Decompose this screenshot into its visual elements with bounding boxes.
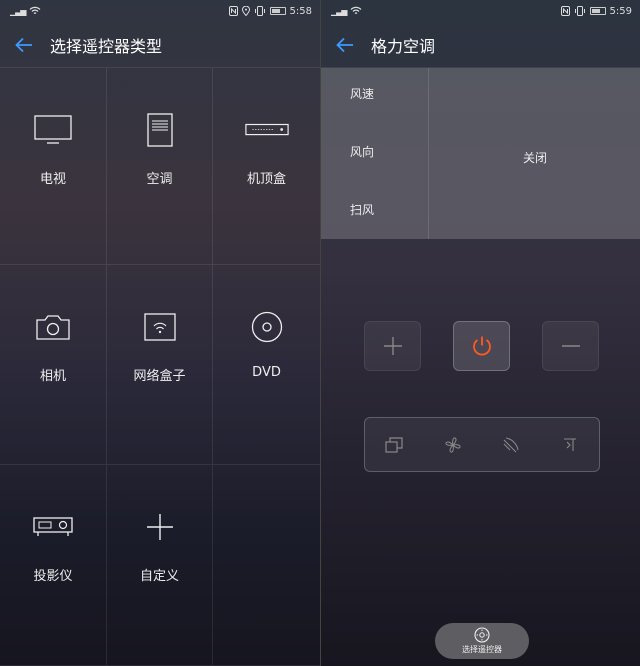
battery-icon (589, 7, 606, 15)
device-label: 自定义 (139, 569, 179, 584)
fan-direction-label: 风向 (350, 145, 375, 159)
device-air-conditioner[interactable]: 空调 (107, 68, 213, 265)
location-icon (241, 6, 250, 16)
ac-status-labels: 风速 风向 扫风 (321, 68, 429, 239)
mode-icon[interactable] (384, 435, 404, 455)
empty-cell (213, 465, 320, 666)
device-label: 网络盒子 (133, 369, 186, 384)
status-time: 5:58 (289, 5, 312, 17)
device-label: 相机 (39, 369, 66, 384)
app-bar: 选择遥控器类型 (0, 22, 320, 68)
status-bar: ▁▃▅ 5:58 (0, 0, 320, 22)
ac-state-value: 关闭 (522, 151, 547, 165)
device-camera[interactable]: 相机 (0, 265, 107, 465)
device-label: 投影仪 (33, 569, 73, 584)
ac-remote-screen: ▁▃▅ 5:59 格力空调 风速 风向 扫风 关闭 选择遥控器 (320, 0, 640, 666)
fan-speed-label: 风速 (350, 87, 375, 101)
device-projector[interactable]: 投影仪 (0, 465, 107, 666)
fan-direction-icon[interactable] (501, 435, 521, 455)
status-time: 5:59 (609, 5, 632, 17)
plus-icon (383, 337, 402, 355)
select-remote-label: 选择遥控器 (462, 645, 502, 654)
minus-icon (561, 345, 580, 347)
ac-status-panel: 风速 风向 扫风 关闭 (321, 68, 640, 239)
nfc-icon (228, 6, 238, 16)
signal-icon: ▁▃▅ (331, 6, 348, 16)
nfc-icon (560, 6, 570, 16)
device-tv[interactable]: 电视 (0, 68, 107, 265)
power-button[interactable] (453, 321, 510, 371)
remote-dpad-icon (474, 627, 490, 643)
wifi-icon (351, 6, 362, 15)
plus-icon (138, 509, 182, 545)
signal-icon: ▁▃▅ (10, 6, 27, 16)
device-dvd[interactable]: DVD (213, 265, 320, 465)
device-network-box[interactable]: 网络盒子 (107, 265, 213, 465)
device-label: DVD (252, 365, 281, 380)
air-conditioner-icon (138, 112, 182, 148)
wifi-icon (30, 6, 41, 15)
device-grid: 电视 空调 机顶盒 相机 网络盒子 DVD 投影仪 自定义 (0, 68, 320, 666)
camera-icon (31, 309, 75, 345)
back-arrow-icon[interactable] (14, 35, 34, 55)
temp-down-button[interactable] (542, 321, 599, 371)
page-title: 选择遥控器类型 (50, 36, 163, 56)
tv-icon (31, 112, 75, 148)
dvd-icon (245, 309, 289, 345)
swing-icon[interactable] (560, 435, 580, 455)
swing-label: 扫风 (350, 203, 375, 217)
vibrate-icon (574, 6, 585, 16)
app-bar: 格力空调 (321, 22, 640, 68)
temp-up-button[interactable] (364, 321, 421, 371)
device-label: 机顶盒 (246, 172, 286, 187)
device-type-screen: ▁▃▅ 5:58 选择遥控器类型 电视 空调 机顶盒 相机 网络盒子 DVD 投… (0, 0, 320, 666)
page-title: 格力空调 (371, 36, 436, 56)
status-bar: ▁▃▅ 5:59 (321, 0, 640, 22)
back-arrow-icon[interactable] (335, 35, 355, 55)
battery-icon (269, 7, 286, 15)
select-remote-button[interactable]: 选择遥控器 (435, 623, 529, 659)
mode-bar (364, 417, 600, 472)
device-custom[interactable]: 自定义 (107, 465, 213, 666)
main-controls (364, 321, 599, 371)
set-top-box-icon (244, 112, 289, 148)
power-icon (472, 336, 491, 356)
fan-speed-icon[interactable] (443, 435, 463, 455)
device-label: 电视 (39, 172, 66, 187)
network-box-icon (138, 309, 182, 345)
projector-icon (31, 509, 75, 545)
device-set-top-box[interactable]: 机顶盒 (213, 68, 320, 265)
device-label: 空调 (146, 172, 173, 187)
vibrate-icon (254, 6, 265, 16)
